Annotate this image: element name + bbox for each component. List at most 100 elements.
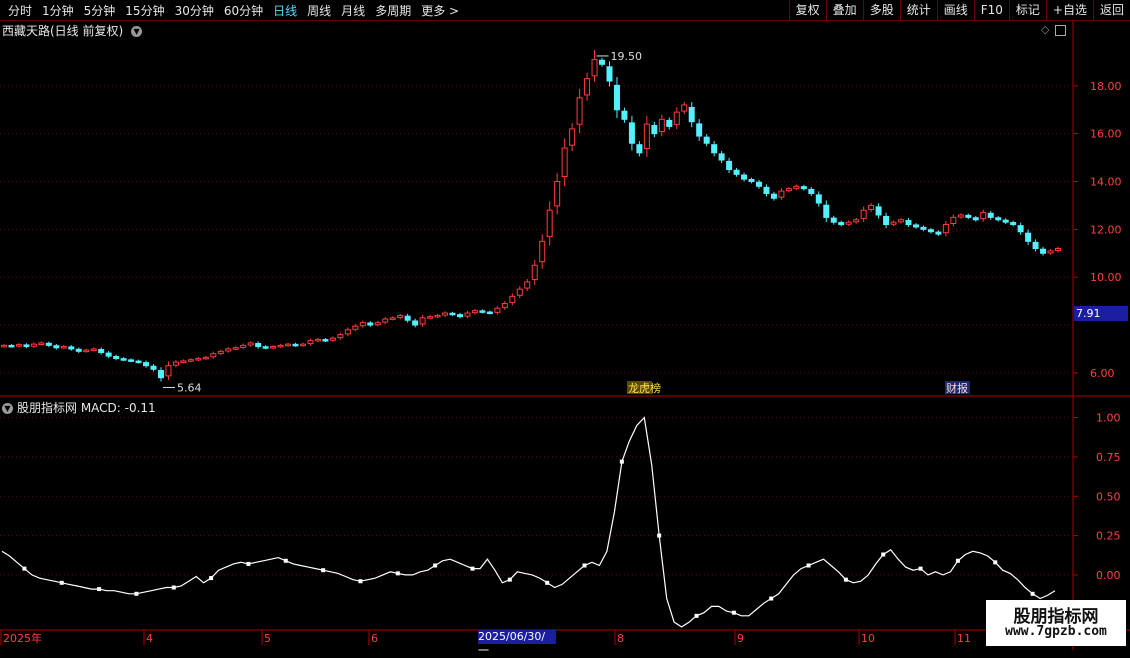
- candle-body: [599, 59, 606, 65]
- candle-body: [703, 136, 710, 144]
- candle-body: [808, 188, 815, 194]
- candlestick-series: [1, 49, 1061, 382]
- candle-body: [75, 348, 82, 352]
- candle-body: [681, 104, 688, 112]
- y-tick-label: 0.75: [1096, 451, 1121, 464]
- candle-body: [1055, 247, 1061, 252]
- candle-body: [180, 360, 187, 363]
- candle-body: [621, 110, 628, 120]
- candle-body: [763, 186, 770, 194]
- macd-marker: [1030, 591, 1035, 596]
- candle-body: [165, 365, 172, 377]
- macd-marker: [433, 563, 438, 568]
- candle-body: [292, 343, 299, 347]
- candle-body: [950, 216, 957, 224]
- candle-body: [927, 229, 934, 233]
- candle-body: [217, 350, 224, 354]
- candle-body: [748, 178, 755, 183]
- candle-body: [800, 186, 807, 190]
- candle-body: [247, 342, 254, 346]
- macd-marker: [806, 563, 811, 568]
- candle-body: [935, 231, 942, 235]
- x-tick-label: 6: [371, 632, 378, 645]
- candle-body: [255, 343, 262, 348]
- macd-marker: [881, 552, 886, 557]
- watermark-url: www.7gpzb.com: [1005, 624, 1107, 639]
- candle-body: [778, 190, 785, 198]
- current-price-label: 7.91: [1074, 306, 1128, 321]
- y-tick-label: 0.50: [1096, 490, 1121, 503]
- candle-body: [419, 317, 426, 325]
- macd-marker: [731, 610, 736, 615]
- candle-body: [628, 122, 635, 144]
- candle-body: [942, 224, 949, 234]
- candle-body: [374, 322, 381, 326]
- macd-marker: [171, 585, 176, 590]
- candle-body: [53, 345, 60, 349]
- candle-body: [412, 320, 419, 326]
- x-tick-label: 2025年: [3, 631, 42, 645]
- candle-body: [98, 348, 105, 354]
- candle-body: [524, 281, 531, 289]
- candle-body: [561, 147, 568, 177]
- candle-body: [815, 194, 822, 204]
- macd-marker: [619, 459, 624, 464]
- grid-lines: [0, 85, 1072, 576]
- candle-body: [576, 97, 583, 125]
- macd-line: [1, 416, 1056, 628]
- macd-marker: [993, 560, 998, 565]
- candle-body: [920, 226, 927, 230]
- macd-marker: [918, 566, 923, 571]
- candle-body: [554, 181, 561, 207]
- candle-body: [853, 219, 860, 223]
- stock-chart-svg[interactable]: 18.00 16.00 14.00 12.00 10.00 6.00 1.00 0.75 0.5…: [0, 0, 1130, 650]
- candle-body: [830, 217, 837, 223]
- candle-body: [277, 344, 284, 348]
- candle-body: [1047, 250, 1054, 254]
- candle-body: [823, 204, 830, 218]
- candle-body: [262, 346, 269, 349]
- y-tick-label: 0.00: [1096, 569, 1121, 582]
- candle-body: [128, 359, 135, 362]
- candle-body: [957, 214, 964, 218]
- candle-body: [711, 144, 718, 154]
- candle-body: [172, 361, 179, 366]
- candle-body: [509, 295, 516, 303]
- candle-body: [912, 224, 919, 228]
- macd-series: [1, 416, 1056, 628]
- candle-body: [838, 222, 845, 226]
- candle-body: [486, 311, 493, 315]
- candle-body: [464, 312, 471, 317]
- candle-body: [150, 365, 157, 370]
- candle-body: [105, 352, 112, 357]
- candle-body: [300, 343, 307, 347]
- candle-body: [995, 217, 1002, 221]
- candle-body: [15, 344, 22, 347]
- high-label: 19.50: [611, 50, 643, 63]
- candle-body: [344, 329, 351, 335]
- candle-body: [352, 325, 359, 330]
- crosshair-date-label: 2025/06/30/一: [478, 630, 556, 657]
- candle-body: [1017, 225, 1024, 233]
- macd-marker: [694, 613, 699, 618]
- macd-marker: [97, 587, 102, 592]
- macd-marker: [283, 558, 288, 563]
- candle-body: [965, 214, 972, 218]
- candle-body: [240, 344, 247, 348]
- candle-body: [1025, 232, 1032, 242]
- candle-body: [591, 59, 598, 77]
- event-tag: 龙虎榜: [628, 381, 661, 395]
- candle-body: [1010, 222, 1017, 226]
- candle-body: [113, 355, 120, 360]
- candle-body: [135, 360, 142, 364]
- candle-body: [666, 119, 673, 127]
- macd-marker: [955, 558, 960, 563]
- macd-marker: [59, 580, 64, 585]
- candle-body: [157, 370, 164, 379]
- candle-body: [143, 362, 150, 367]
- candle-body: [905, 220, 912, 226]
- candle-body: [38, 342, 45, 345]
- macd-marker: [507, 577, 512, 582]
- y-tick-label: 18.00: [1090, 80, 1122, 93]
- candle-body: [516, 288, 523, 296]
